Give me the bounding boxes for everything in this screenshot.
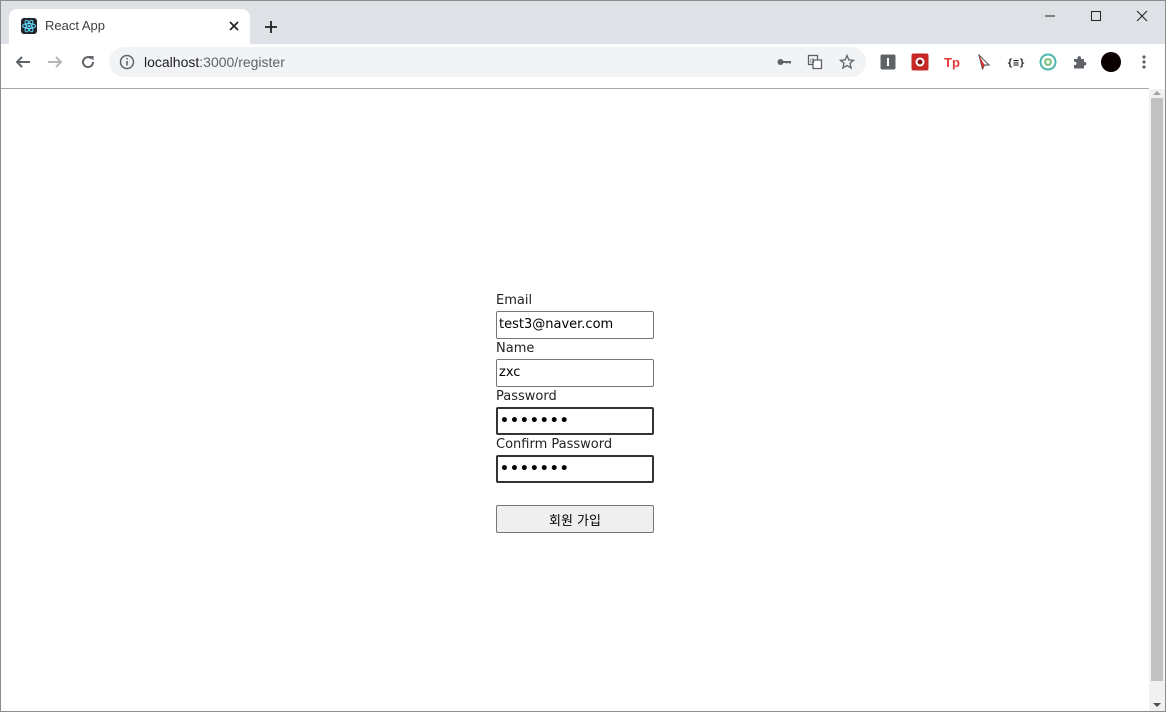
svg-text:{≡}: {≡}	[1007, 58, 1025, 69]
vertical-scrollbar[interactable]	[1149, 89, 1165, 711]
name-field[interactable]: zxc	[496, 359, 654, 387]
scroll-thumb[interactable]	[1151, 98, 1163, 681]
extension-cursor-icon[interactable]	[974, 52, 994, 72]
url-host: localhost	[144, 54, 200, 70]
name-label: Name	[496, 341, 535, 356]
tab-react-app[interactable]: React App	[9, 9, 250, 44]
arrow-right-icon[interactable]	[41, 48, 69, 76]
tab-title: React App	[45, 18, 105, 33]
email-field[interactable]: test3@naver.com	[496, 311, 654, 339]
page-viewport: Email test3@naver.com Name zxc Password …	[1, 89, 1149, 711]
arrow-left-icon[interactable]	[9, 48, 37, 76]
browser-toolbar: localhost:3000/register G Tp {≡}	[1, 44, 1165, 80]
url-path: :3000/register	[199, 54, 285, 70]
register-form: Email test3@naver.com Name zxc Password …	[496, 291, 656, 533]
address-bar[interactable]: localhost:3000/register G	[109, 47, 866, 77]
extension-bug-icon[interactable]	[910, 52, 930, 72]
scroll-up-icon[interactable]	[1153, 91, 1161, 95]
puzzle-icon[interactable]	[1070, 52, 1090, 72]
extension-circle-icon[interactable]	[1038, 52, 1058, 72]
star-icon[interactable]	[837, 52, 857, 72]
register-button[interactable]: 회원 가입	[496, 505, 654, 533]
password-field[interactable]: •••••••	[496, 407, 654, 435]
window-close-icon[interactable]	[1119, 1, 1165, 31]
url-text[interactable]: localhost:3000/register	[144, 54, 285, 70]
reload-icon[interactable]	[74, 48, 102, 76]
plus-icon[interactable]	[259, 15, 283, 39]
minimize-icon[interactable]	[1027, 1, 1073, 31]
extension-i-icon[interactable]	[878, 52, 898, 72]
info-icon[interactable]	[119, 54, 135, 70]
avatar[interactable]	[1101, 52, 1121, 72]
scroll-down-icon[interactable]	[1153, 703, 1161, 707]
confirm-password-label: Confirm Password	[496, 437, 613, 452]
extension-json-icon[interactable]: {≡}	[1006, 52, 1026, 72]
kebab-menu-icon[interactable]	[1134, 52, 1154, 72]
extension-tp-icon[interactable]: Tp	[942, 52, 962, 72]
close-icon[interactable]	[224, 16, 244, 36]
maximize-icon[interactable]	[1073, 1, 1119, 31]
email-label: Email	[496, 293, 533, 308]
react-logo-icon	[21, 18, 37, 34]
translate-icon[interactable]: G	[805, 52, 825, 72]
password-label: Password	[496, 389, 557, 404]
svg-text:Tp: Tp	[944, 55, 960, 70]
form-spacer	[496, 483, 656, 505]
key-icon[interactable]	[774, 52, 794, 72]
svg-text:G: G	[810, 58, 815, 65]
browser-window: React App localhost:3000/register G Tp {…	[0, 0, 1166, 712]
tab-strip: React App	[1, 1, 1165, 44]
confirm-password-field[interactable]: •••••••	[496, 455, 654, 483]
